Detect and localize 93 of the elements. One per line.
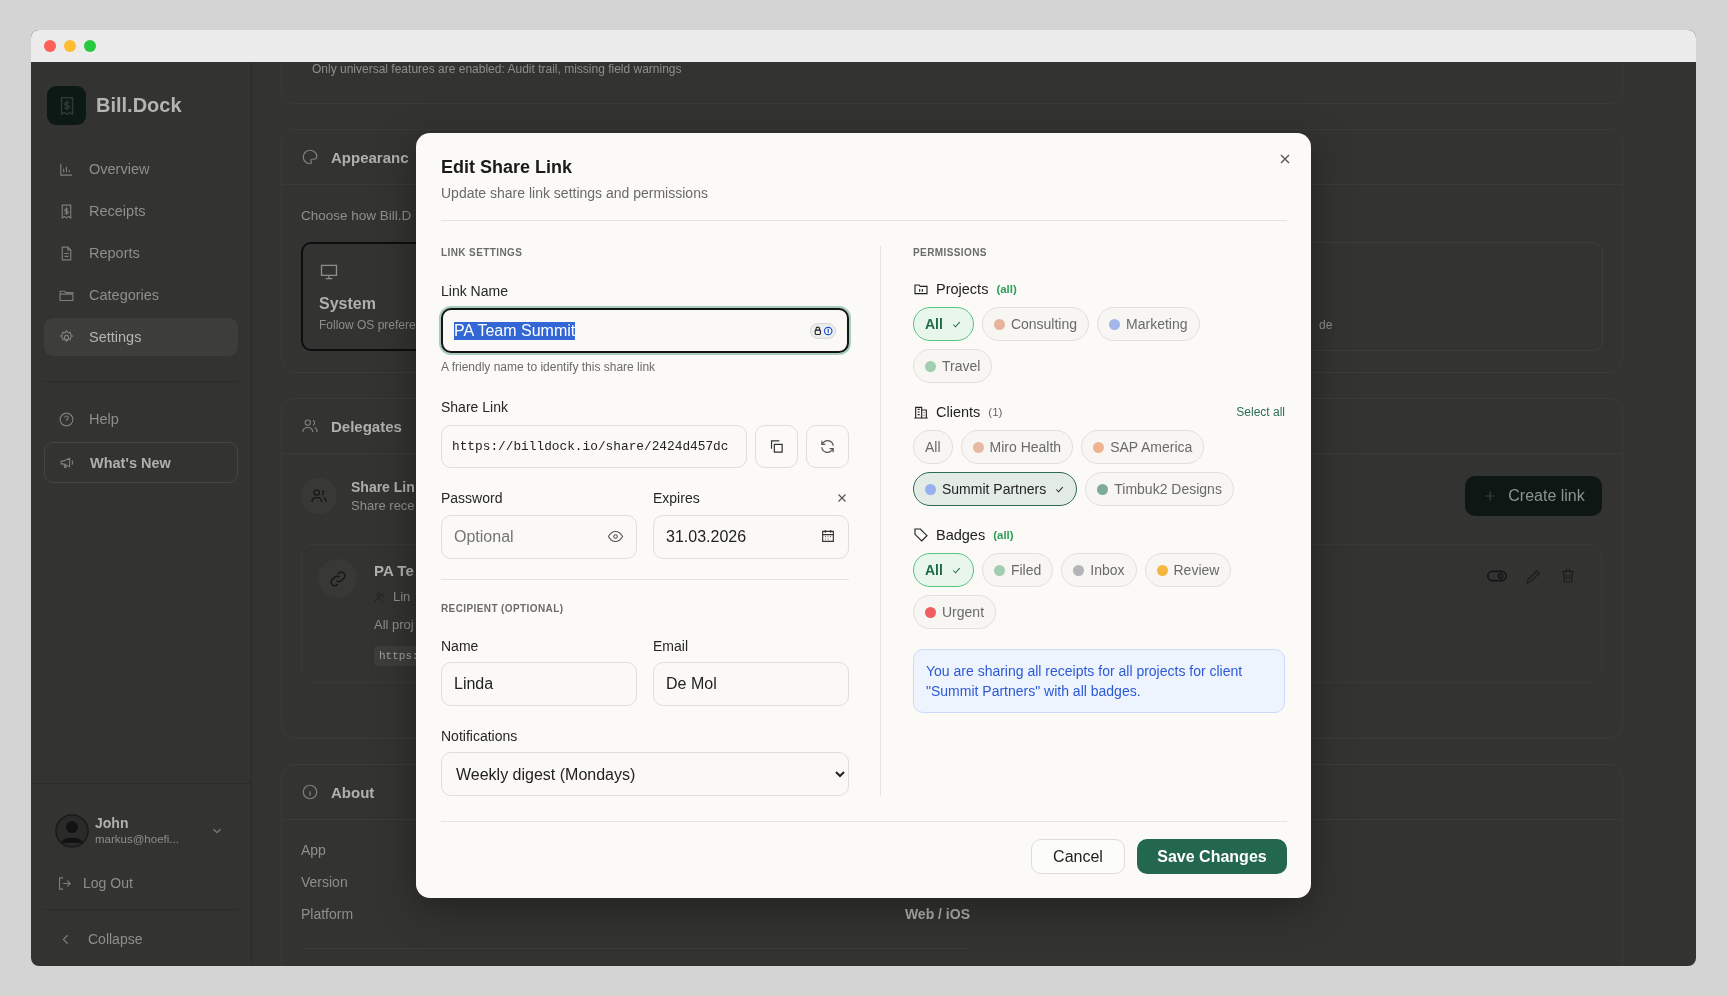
collapse-button[interactable]: Collapse bbox=[44, 927, 238, 951]
section-heading: RECIPIENT (OPTIONAL) bbox=[441, 602, 565, 616]
filter-chip[interactable]: Review bbox=[1144, 553, 1232, 587]
card-description: Choose how Bill.D bbox=[301, 207, 413, 225]
filter-chip[interactable]: SAP America bbox=[1081, 430, 1205, 464]
group-title: Clients bbox=[936, 403, 981, 422]
create-link-button[interactable]: Create link bbox=[1465, 476, 1602, 516]
field-label: Link Name bbox=[441, 282, 509, 301]
summary-note: You are sharing all receipts for all projects for client "Summit Partners" with all badges. bbox=[913, 649, 1285, 713]
tag-icon bbox=[913, 527, 929, 543]
section-heading: PERMISSIONS bbox=[913, 246, 988, 260]
log-out-link[interactable]: Log Out bbox=[44, 871, 238, 895]
folder-icon bbox=[913, 281, 929, 297]
field-label: Email bbox=[653, 637, 689, 656]
group-count: (1) bbox=[988, 405, 1003, 420]
filter-chip[interactable]: Miro Health bbox=[960, 430, 1074, 464]
filter-chip[interactable]: Summit Partners bbox=[913, 472, 1078, 506]
field-label: Notifications bbox=[441, 727, 519, 746]
eye-icon[interactable] bbox=[607, 528, 624, 545]
copy-button[interactable] bbox=[755, 425, 798, 468]
card-title: Delegates bbox=[331, 417, 402, 435]
calendar-icon[interactable] bbox=[820, 528, 836, 544]
dialog-title: Edit Share Link bbox=[441, 156, 574, 179]
avatar-icon bbox=[55, 814, 89, 848]
group-title: Badges bbox=[936, 526, 986, 545]
info-icon bbox=[301, 783, 319, 801]
info-label: Version bbox=[301, 874, 348, 890]
regenerate-button[interactable] bbox=[806, 425, 849, 468]
group-title: Projects bbox=[936, 280, 989, 299]
filter-chip[interactable]: All bbox=[913, 307, 974, 341]
filter-chip[interactable]: Urgent bbox=[913, 595, 997, 629]
card-title: Appearanc bbox=[331, 148, 409, 166]
notifications-select[interactable]: Weekly digest (Mondays) bbox=[441, 752, 849, 796]
filter-chip[interactable]: Filed bbox=[981, 553, 1054, 587]
logo-icon bbox=[47, 86, 86, 125]
group-count: (all) bbox=[993, 528, 1014, 543]
expires-date-field[interactable]: 31.03.2026 bbox=[653, 515, 849, 559]
building-icon bbox=[913, 404, 929, 420]
people-icon bbox=[301, 417, 319, 435]
field-label: Share Link bbox=[441, 398, 509, 417]
field-hint: A friendly name to identify this share link bbox=[441, 359, 657, 375]
user-email: markus@hoefi... bbox=[95, 832, 179, 847]
link-name-field[interactable]: PA Team Summit bbox=[441, 308, 849, 353]
password-manager-icon[interactable] bbox=[810, 322, 836, 339]
field-label: Expires bbox=[653, 489, 700, 508]
cancel-button[interactable]: Cancel bbox=[1031, 839, 1125, 874]
section-heading: LINK SETTINGS bbox=[441, 246, 524, 260]
info-label: Platform bbox=[301, 906, 354, 922]
share-link-field[interactable]: https://billdock.io/share/2424d457dc bbox=[441, 425, 747, 468]
refresh-icon bbox=[819, 438, 836, 455]
save-button[interactable]: Save Changes bbox=[1137, 839, 1287, 874]
people-icon bbox=[301, 478, 337, 514]
card-description: Only universal features are enabled: Audit trail, missing field warnings bbox=[312, 62, 683, 76]
section-description: Share rece bbox=[351, 497, 415, 515]
nav-item[interactable]: Reports bbox=[44, 234, 238, 272]
email-field[interactable]: De Mol bbox=[653, 662, 849, 706]
link-icon bbox=[318, 559, 357, 598]
card-title: About bbox=[331, 783, 375, 801]
nav-item[interactable]: Receipts bbox=[44, 192, 238, 230]
filter-chip[interactable]: Consulting bbox=[981, 307, 1090, 341]
palette-icon bbox=[301, 148, 319, 166]
help-icon bbox=[58, 410, 75, 428]
close-window-button[interactable] bbox=[44, 40, 56, 52]
nav-item[interactable]: Categories bbox=[44, 276, 238, 314]
field-label: Password bbox=[441, 489, 504, 508]
filter-chip[interactable]: Marketing bbox=[1097, 307, 1200, 341]
filter-chip[interactable]: Timbuk2 Designs bbox=[1085, 472, 1234, 506]
link-scope: All proj bbox=[374, 616, 414, 634]
link-recipient: Lin bbox=[393, 588, 411, 606]
copy-icon bbox=[768, 438, 785, 455]
log-out-icon bbox=[56, 874, 73, 892]
maximize-window-button[interactable] bbox=[84, 40, 96, 52]
monitor-icon bbox=[319, 262, 339, 282]
filter-chip[interactable]: All bbox=[913, 553, 974, 587]
nav-item[interactable]: Help bbox=[44, 400, 238, 438]
filter-chip[interactable]: Travel bbox=[913, 349, 993, 383]
nav-item[interactable]: What's New bbox=[44, 442, 238, 483]
filter-chip[interactable]: Inbox bbox=[1061, 553, 1137, 587]
info-label: App bbox=[301, 842, 326, 858]
info-value: Web / iOS bbox=[904, 906, 970, 922]
section-title: Share Lin bbox=[351, 478, 415, 497]
select-all-link[interactable]: Select all bbox=[1236, 402, 1285, 422]
nav-item[interactable]: Overview bbox=[44, 150, 238, 188]
field-label: Name bbox=[441, 637, 480, 656]
link-name: PA Te bbox=[374, 561, 414, 581]
filter-chip[interactable]: All bbox=[913, 430, 953, 464]
brand-name: Bill.Dock bbox=[96, 94, 182, 117]
name-field[interactable]: Linda bbox=[441, 662, 637, 706]
nav-item[interactable]: Settings bbox=[44, 318, 238, 356]
password-field[interactable]: Optional bbox=[441, 515, 637, 559]
group-count: (all) bbox=[996, 282, 1017, 297]
dialog-subtitle: Update share link settings and permissions bbox=[441, 184, 709, 203]
user-name: John bbox=[95, 815, 130, 832]
